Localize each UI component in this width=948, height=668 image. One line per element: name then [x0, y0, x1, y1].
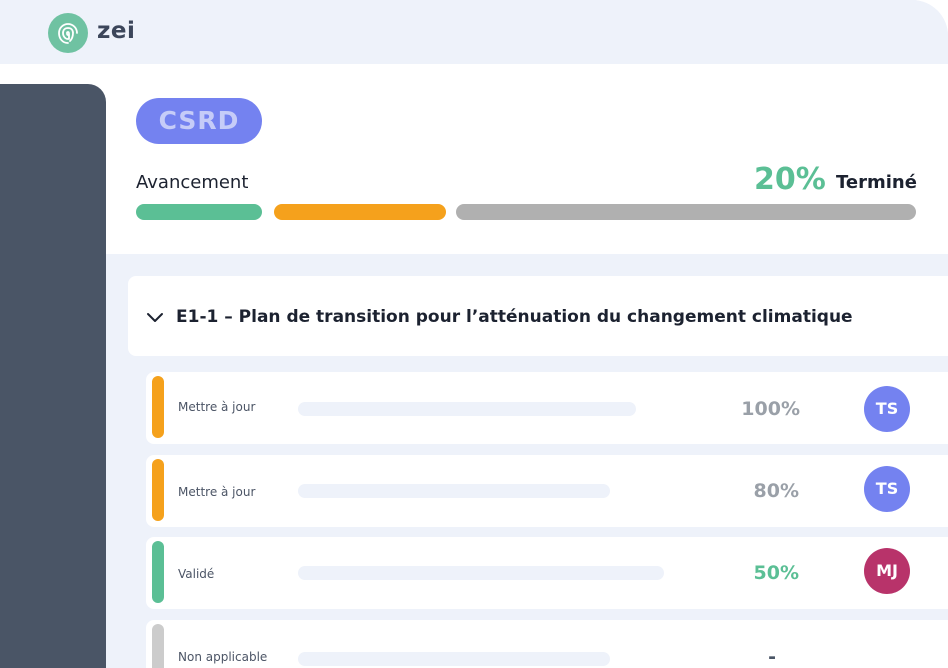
progress-segment-done	[136, 204, 262, 220]
datapoint-row[interactable]: Mettre à jour 100% TS	[146, 372, 948, 444]
chevron-down-icon[interactable]	[146, 309, 164, 327]
sidebar	[0, 84, 106, 668]
row-progress-track	[298, 484, 610, 498]
status-label: Non applicable	[178, 650, 268, 664]
datapoint-row[interactable]: Mettre à jour 80% TS	[146, 455, 948, 527]
status-indicator	[152, 541, 164, 603]
datapoint-row[interactable]: Non applicable -	[146, 620, 948, 668]
avatar[interactable]: TS	[864, 466, 910, 512]
row-progress-track	[298, 566, 664, 580]
status-label: Validé	[178, 567, 215, 581]
avatar[interactable]: MJ	[864, 548, 910, 594]
status-label: Mettre à jour	[178, 400, 256, 414]
row-percent: 80%	[753, 480, 799, 502]
avatar[interactable]: TS	[864, 386, 910, 432]
framework-badge[interactable]: CSRD	[136, 98, 262, 144]
section-title: E1-1 – Plan de transition pour l’atténua…	[176, 307, 853, 327]
row-progress-track	[298, 652, 610, 666]
datapoint-row[interactable]: Validé 50% MJ	[146, 537, 948, 609]
row-percent: 50%	[753, 562, 799, 584]
status-label: Mettre à jour	[178, 485, 256, 499]
status-indicator	[152, 459, 164, 521]
progress-status: Terminé	[836, 172, 917, 193]
brand-name: zei	[97, 18, 136, 44]
progress-percent: 20%	[754, 162, 826, 197]
progress-segment-remaining	[456, 204, 916, 220]
row-progress-track	[298, 402, 636, 416]
top-bar: zei	[0, 0, 948, 64]
fingerprint-logo-icon[interactable]	[48, 13, 88, 53]
status-indicator	[152, 376, 164, 438]
progress-segment-in-progress	[274, 204, 446, 220]
row-percent: -	[768, 646, 776, 668]
app-frame: zei CSRD Avancement 20% Terminé E1-1 – P…	[0, 0, 948, 668]
status-indicator	[152, 624, 164, 668]
row-percent: 100%	[741, 398, 800, 420]
progress-label: Avancement	[136, 172, 249, 193]
